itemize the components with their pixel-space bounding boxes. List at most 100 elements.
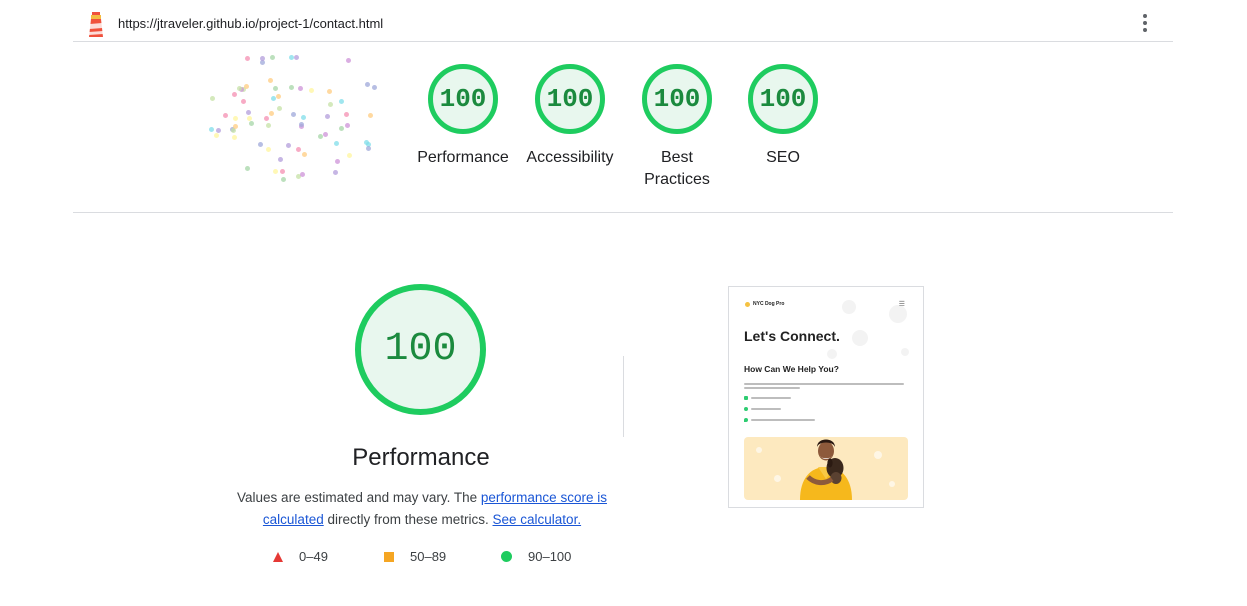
confetti-dot (265, 146, 271, 152)
gauge-label: Accessibility (526, 149, 614, 166)
text-line (751, 419, 815, 421)
confetti-dot (231, 92, 237, 98)
confetti-dot (345, 122, 351, 128)
text-line (744, 387, 800, 389)
thumb-subheading: How Can We Help You? (744, 364, 839, 374)
confetti-dot (298, 121, 304, 127)
score-ring: 100 (642, 64, 712, 134)
confetti-decoration (195, 42, 405, 192)
description-text: Values are estimated and may vary. The (237, 490, 481, 505)
confetti-dot (317, 134, 323, 140)
confetti-dot (222, 113, 228, 119)
gauge-accessibility[interactable]: 100 Accessibility (517, 64, 623, 169)
confetti-dot (332, 169, 338, 175)
confetti-dot (232, 116, 238, 122)
confetti-dot (301, 114, 307, 120)
confetti-dot (335, 159, 341, 165)
confetti-dot (244, 83, 250, 89)
confetti-dot (216, 127, 222, 133)
confetti-dot (276, 94, 282, 100)
legend-range: 0–49 (299, 549, 328, 564)
performance-score-gauge: 100 (355, 284, 486, 415)
confetti-dot (210, 95, 216, 101)
phone-icon (744, 407, 748, 411)
paw-print-decoration (874, 451, 882, 459)
thumb-heading: Let's Connect. (744, 328, 840, 344)
see-calculator-link[interactable]: See calculator. (493, 512, 582, 527)
gauge-performance[interactable]: 100 Performance (410, 64, 516, 169)
text-line (751, 397, 791, 399)
confetti-dot (276, 106, 282, 112)
gauge-label: Best Practices (644, 149, 710, 188)
performance-title: Performance (352, 444, 490, 471)
vertical-divider (623, 356, 624, 437)
confetti-dot (291, 111, 297, 117)
confetti-dot (279, 169, 285, 175)
confetti-dot (286, 143, 292, 149)
paw-print-decoration (756, 447, 762, 453)
gauge-best-practices[interactable]: 100 Best Practices (624, 64, 730, 191)
score-value: 100 (759, 84, 807, 114)
confetti-dot (267, 78, 273, 84)
legend-average: 50–89 (384, 549, 446, 564)
confetti-dot (272, 169, 278, 175)
score-value: 100 (546, 84, 594, 114)
confetti-dot (273, 86, 279, 92)
legend-pass: 90–100 (501, 549, 571, 564)
score-ring: 100 (428, 64, 498, 134)
paw-print-decoration (901, 348, 909, 356)
confetti-dot (346, 153, 352, 159)
triangle-icon (273, 551, 283, 562)
confetti-dot (233, 123, 239, 129)
confetti-dot (345, 57, 351, 63)
confetti-dot (327, 101, 333, 107)
location-icon (744, 418, 748, 422)
score-ring: 100 (535, 64, 605, 134)
gauge-seo[interactable]: 100 SEO (730, 64, 836, 169)
confetti-dot (249, 121, 255, 127)
confetti-dot (302, 151, 308, 157)
confetti-dot (258, 142, 264, 148)
confetti-dot (269, 54, 275, 60)
confetti-dot (264, 116, 270, 122)
confetti-dot (288, 55, 294, 61)
confetti-dot (240, 98, 246, 104)
confetti-dot (213, 133, 219, 139)
brand-name: NYC Dog Pro (753, 301, 785, 307)
gauge-label: SEO (766, 149, 800, 166)
site-brand: NYC Dog Pro (745, 301, 784, 307)
paw-print-decoration (827, 349, 837, 359)
confetti-dot (339, 99, 345, 105)
score-value: 100 (439, 84, 487, 114)
square-icon (384, 551, 394, 562)
paw-print-decoration (889, 481, 895, 487)
confetti-dot (372, 84, 378, 90)
confetti-dot (259, 55, 265, 61)
score-ring: 100 (748, 64, 818, 134)
legend-range: 50–89 (410, 549, 447, 564)
divider (73, 212, 1173, 213)
confetti-dot (339, 125, 345, 131)
score-value: 100 (384, 327, 457, 372)
confetti-dot (298, 85, 304, 91)
final-screenshot[interactable]: NYC Dog Pro ☰ Let's Connect. How Can We … (728, 286, 924, 508)
gauge-label: Performance (417, 149, 509, 166)
person-with-dog-photo (800, 439, 852, 500)
confetti-dot (343, 111, 349, 117)
confetti-dot (300, 171, 306, 177)
confetti-dot (209, 127, 215, 133)
paw-print-decoration (774, 475, 781, 482)
text-line (744, 383, 904, 385)
confetti-dot (308, 88, 314, 94)
more-vert-icon[interactable] (1139, 14, 1151, 34)
lighthouse-icon (88, 12, 104, 37)
confetti-dot (323, 132, 329, 138)
confetti-dot (365, 146, 371, 152)
report-header: https://jtraveler.github.io/project-1/co… (73, 0, 1173, 42)
legend-fail: 0–49 (273, 549, 328, 564)
confetti-dot (324, 114, 330, 120)
confetti-dot (280, 176, 286, 182)
confetti-dot (265, 122, 271, 128)
text-line (751, 408, 781, 410)
performance-description: Values are estimated and may vary. The p… (236, 487, 608, 531)
